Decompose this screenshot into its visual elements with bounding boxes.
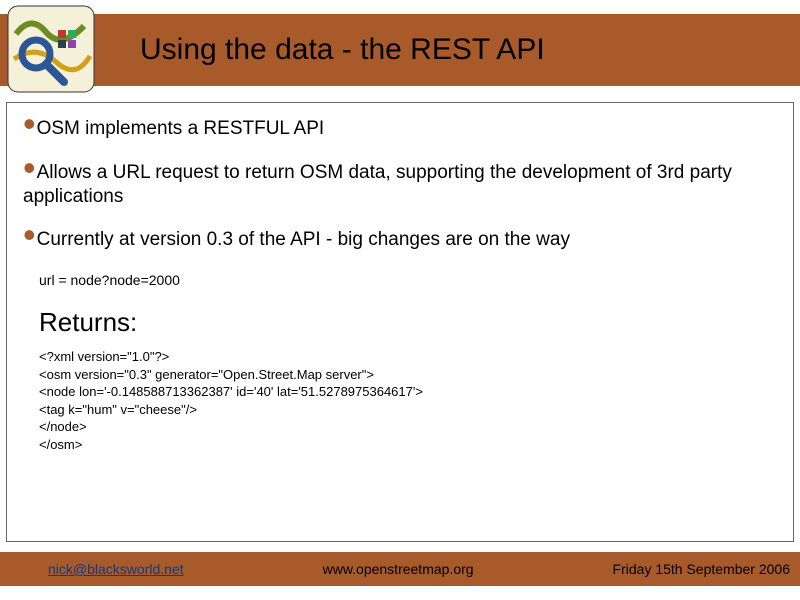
- url-example: url = node?node=2000: [39, 272, 777, 290]
- title-band: Using the data - the REST API: [0, 14, 800, 86]
- footer-band: nick@blacksworld.net www.openstreetmap.o…: [0, 552, 800, 586]
- bullet-1-text: OSM implements a RESTFUL API: [37, 118, 325, 139]
- content-panel: •OSM implements a RESTFUL API •Allows a …: [6, 102, 794, 542]
- bullet-1: •OSM implements a RESTFUL API: [23, 117, 777, 141]
- osm-logo: [6, 4, 96, 94]
- xml-output: <?xml version="1.0"?> <osm version="0.3"…: [39, 348, 777, 453]
- returns-label: Returns:: [39, 306, 777, 339]
- footer-email[interactable]: nick@blacksworld.net: [48, 561, 184, 577]
- bullet-dot-icon: •: [23, 214, 36, 255]
- bullet-3: •Currently at version 0.3 of the API - b…: [23, 228, 777, 252]
- bullet-2: •Allows a URL request to return OSM data…: [23, 161, 777, 209]
- footer-date: Friday 15th September 2006: [613, 561, 790, 577]
- bullet-dot-icon: •: [23, 103, 36, 144]
- bullet-3-text: Currently at version 0.3 of the API - bi…: [37, 229, 570, 250]
- slide-title: Using the data - the REST API: [140, 33, 545, 67]
- footer-site: www.openstreetmap.org: [323, 561, 474, 577]
- bullet-2-text: Allows a URL request to return OSM data,…: [23, 162, 732, 207]
- bullet-dot-icon: •: [23, 147, 36, 188]
